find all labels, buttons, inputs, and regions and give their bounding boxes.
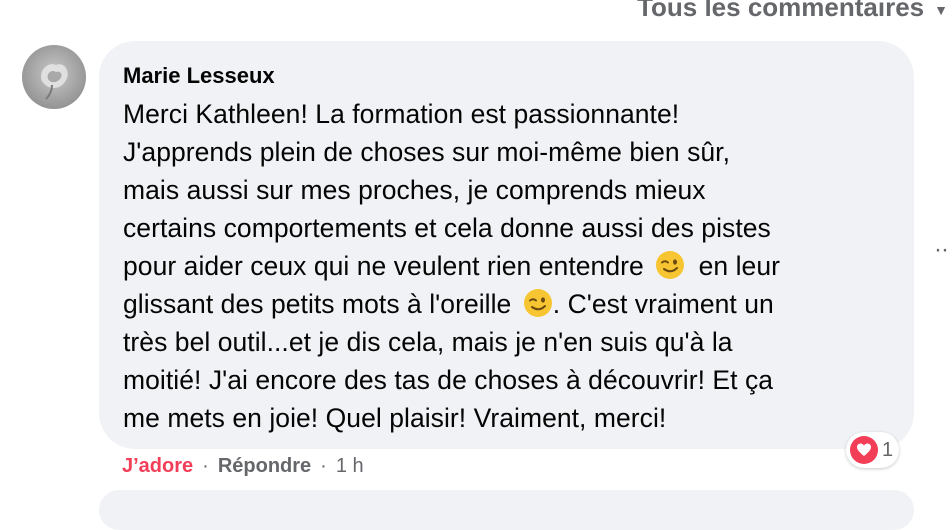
comment-timestamp[interactable]: 1 h [336, 452, 364, 480]
comment-line: moitié! J'ai encore des tas de choses à … [123, 365, 774, 395]
heart-reaction-icon [850, 436, 878, 464]
comment-line-part: . C'est vraiment un [552, 289, 774, 319]
comment-line: pour aider ceux qui ne veulent rien ente… [123, 247, 893, 285]
comment-line: très bel outil...et je dis cela, mais je… [123, 327, 733, 357]
comment-line-part: pour aider ceux qui ne veulent rien ente… [123, 251, 644, 281]
comment-line: me mets en joie! Quel plaisir! Vraiment,… [123, 403, 667, 433]
comment-text: Merci Kathleen! La formation est passion… [123, 95, 893, 437]
next-comment-bubble [99, 490, 914, 530]
separator: · [320, 455, 327, 477]
comment-line: mais aussi sur mes proches, je comprends… [123, 175, 706, 205]
reaction-summary[interactable]: 1 [846, 432, 900, 468]
love-reaction-button[interactable]: J’adore [122, 452, 193, 480]
comment-actions: J’adore · Répondre · 1 h [122, 452, 364, 480]
comment-line-part: en leur [698, 251, 781, 281]
avatar[interactable] [22, 45, 86, 109]
separator: · [202, 455, 209, 477]
comment-filter-label: Tous les commentaires [637, 0, 925, 22]
comment-line: J'apprends plein de choses sur moi-même … [123, 137, 731, 167]
reaction-count: 1 [882, 438, 894, 461]
comment-line: certains comportements et cela donne aus… [123, 213, 771, 243]
comment-line: Merci Kathleen! La formation est passion… [123, 99, 680, 129]
comment-author[interactable]: Marie Lesseux [123, 63, 888, 89]
comment-line-part: glissant des petits mots à l'oreille [123, 289, 512, 319]
comment-filter-dropdown[interactable]: Tous les commentaires ▼ [637, 0, 948, 23]
chevron-down-icon: ▼ [934, 1, 948, 18]
wink-emoji-icon [523, 289, 552, 317]
comment-line: glissant des petits mots à l'oreille . C… [123, 285, 893, 323]
comment-bubble: Marie Lesseux Merci Kathleen! La formati… [99, 41, 914, 449]
reply-button[interactable]: Répondre [218, 452, 311, 480]
more-options-icon[interactable]: ·· [934, 236, 949, 264]
wink-emoji-icon [656, 251, 685, 279]
